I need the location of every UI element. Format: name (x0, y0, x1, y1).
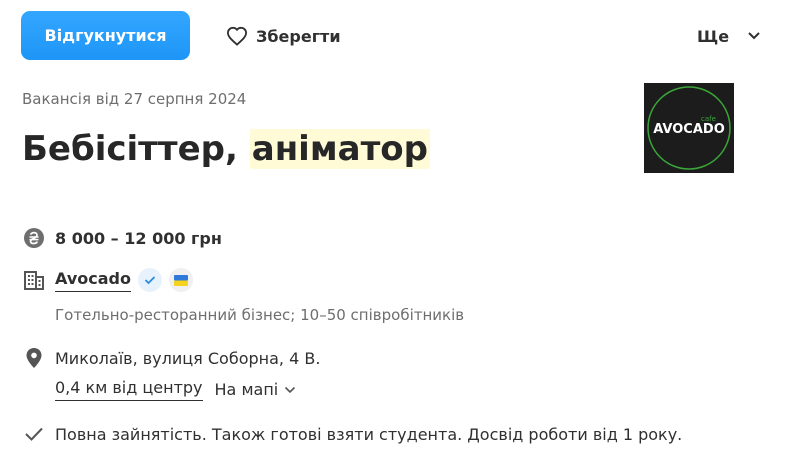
distance-link[interactable]: 0,4 км від центру (55, 378, 203, 401)
title-part-1: Бебісіттер, (22, 129, 250, 169)
address-row: Миколаїв, вулиця Соборна, 4 В. (22, 346, 320, 370)
title-highlight: аніматор (249, 129, 430, 169)
distance-row: 0,4 км від центру На мапі (55, 378, 296, 401)
company-industry: Готельно-ресторанний бізнес; 10–50 співр… (55, 306, 465, 324)
employment-text: Повна зайнятість. Також готові взяти сту… (55, 424, 683, 444)
vacancy-page: Відгукнутися Зберегти Ще Вакансія від 27… (0, 0, 785, 473)
location-pin-icon (22, 346, 46, 370)
employment-row: Повна зайнятість. Також готові взяти сту… (22, 422, 682, 446)
save-button[interactable]: Зберегти (226, 22, 341, 50)
avocado-logo-graphic: cafe AVOCADO (647, 86, 731, 170)
heart-icon (226, 26, 248, 46)
posted-date: Вакансія від 27 серпня 2024 (22, 90, 247, 108)
chevron-down-icon (285, 386, 296, 393)
salary-row: 8 000 – 12 000 грн (22, 226, 222, 250)
salary-value: 8 000 – 12 000 грн (55, 228, 222, 248)
check-badge-icon[interactable] (137, 268, 162, 292)
more-label: Ще (697, 26, 730, 46)
ukraine-flag-icon[interactable] (168, 268, 193, 292)
hryvnia-icon (22, 226, 46, 250)
apply-button[interactable]: Відгукнутися (21, 11, 190, 60)
address-text: Миколаїв, вулиця Соборна, 4 В. (55, 348, 321, 368)
company-link[interactable]: Avocado (55, 269, 131, 292)
logo-brand-text: AVOCADO (653, 122, 725, 137)
map-label: На мапі (214, 380, 279, 399)
building-icon (22, 268, 46, 292)
more-button[interactable]: Ще (697, 22, 761, 50)
company-logo[interactable]: cafe AVOCADO (644, 83, 734, 173)
company-row: Avocado (22, 268, 193, 292)
save-label: Зберегти (256, 26, 341, 46)
chevron-down-icon (748, 32, 760, 40)
checkmark-icon (22, 422, 46, 446)
map-toggle[interactable]: На мапі (215, 380, 297, 399)
vacancy-title: Бебісіттер, аніматор (22, 123, 430, 175)
